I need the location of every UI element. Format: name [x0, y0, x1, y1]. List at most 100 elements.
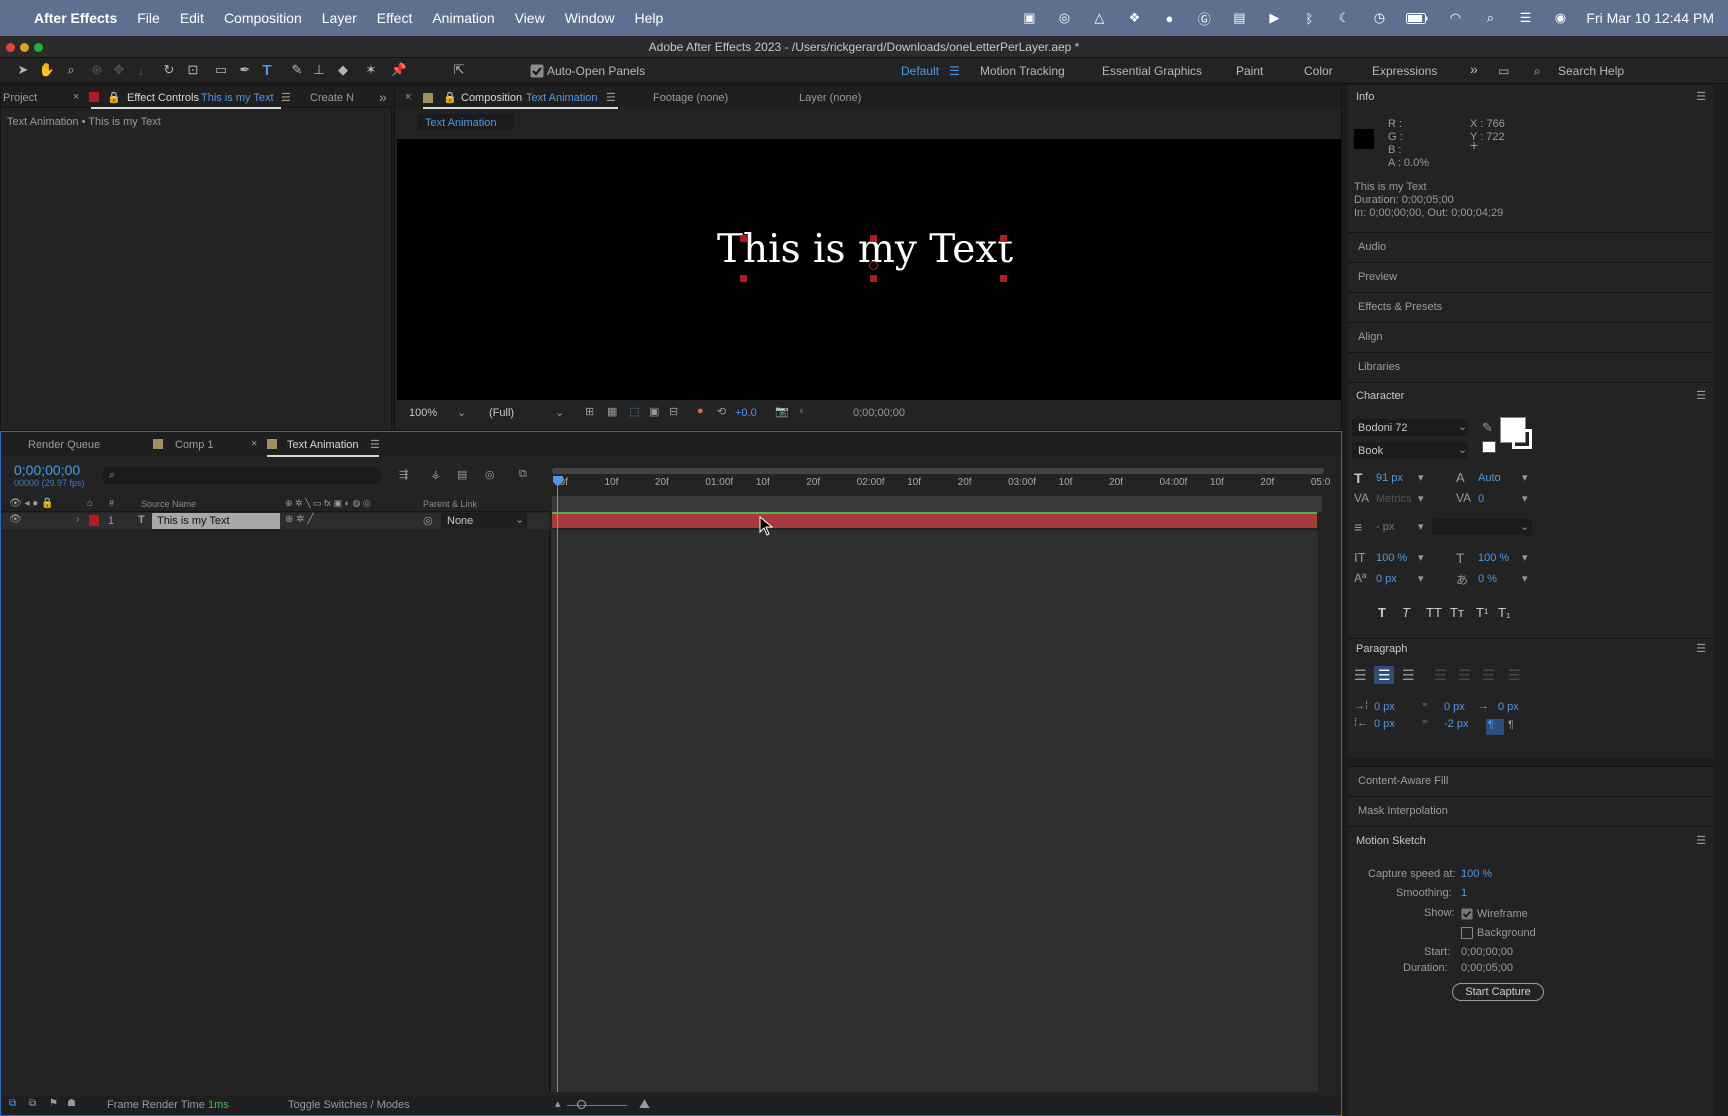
dropbox-icon[interactable]: ❖: [1125, 10, 1143, 25]
drive-icon[interactable]: △: [1090, 10, 1108, 25]
ltr-direction-icon[interactable]: ¶: [1488, 719, 1494, 731]
kerning-chevron-icon[interactable]: ▾: [1418, 492, 1424, 505]
close-window-button[interactable]: [6, 43, 15, 52]
workspace-default[interactable]: Default: [901, 64, 939, 78]
play-icon[interactable]: ▶: [1265, 10, 1283, 25]
draft-3d-icon[interactable]: ⚶: [431, 468, 440, 481]
workspace-essential-graphics[interactable]: Essential Graphics: [1102, 64, 1202, 78]
workspace-overflow-icon[interactable]: »: [1470, 61, 1478, 77]
panel-menu-icon[interactable]: ☰: [281, 91, 291, 104]
clock-icon[interactable]: ◷: [1370, 10, 1388, 25]
siri-icon[interactable]: ◉: [1551, 10, 1569, 25]
exposure-value[interactable]: +0.0: [735, 407, 757, 419]
small-caps-button[interactable]: Tт: [1450, 605, 1464, 620]
vertical-scale-chevron-icon[interactable]: ▾: [1418, 551, 1424, 564]
bbox-handle-bc[interactable]: [870, 275, 877, 282]
timeline-zoom-slider[interactable]: [567, 1105, 627, 1106]
justify-center-icon[interactable]: ☰: [1458, 667, 1471, 684]
zoom-slider-thumb[interactable]: [577, 1100, 586, 1109]
frame-blending-icon[interactable]: ▤: [457, 468, 467, 481]
zoom-in-icon[interactable]: ⛰: [639, 1096, 650, 1112]
workspace-paint[interactable]: Paint: [1236, 64, 1263, 78]
font-size-value[interactable]: 91 px: [1376, 472, 1403, 484]
layer-expand-chevron-icon[interactable]: ›: [76, 514, 79, 525]
justify-left-icon[interactable]: ☰: [1434, 667, 1447, 684]
font-family-chevron-icon[interactable]: ⌄: [1458, 420, 1467, 433]
roto-brush-tool-icon[interactable]: ✶: [362, 61, 380, 79]
timeline-menu-icon[interactable]: ☰: [370, 438, 380, 451]
bluetooth-icon[interactable]: ᛒ: [1300, 11, 1318, 26]
tsume-chevron-icon[interactable]: ▾: [1522, 572, 1528, 585]
tab-effect-controls[interactable]: Effect Controls: [127, 92, 199, 104]
tab-project[interactable]: Project: [3, 92, 37, 104]
pen-tool-icon[interactable]: ✒: [236, 61, 254, 79]
menu-datetime[interactable]: Fri Mar 10 12:44 PM: [1586, 10, 1714, 26]
eraser-tool-icon[interactable]: ◆: [334, 61, 352, 79]
zoom-tool-icon[interactable]: ⌕: [62, 61, 80, 79]
section-audio[interactable]: Audio: [1348, 232, 1714, 262]
region-of-interest-icon[interactable]: ⊞: [585, 405, 594, 418]
justify-all-icon[interactable]: ☰: [1508, 667, 1521, 684]
guides-icon[interactable]: ▣: [649, 405, 659, 418]
selection-tool-icon[interactable]: ➤: [14, 61, 32, 79]
color-management-icon[interactable]: ⟲: [717, 405, 726, 418]
render-time-pane-icon[interactable]: ☗: [67, 1098, 76, 1109]
bbox-handle-bl[interactable]: [740, 275, 747, 282]
current-time-indicator[interactable]: [557, 478, 558, 1092]
tab-layer[interactable]: Layer (none): [799, 92, 861, 104]
vertical-scale-value[interactable]: 100 %: [1376, 552, 1407, 564]
grammarly-icon[interactable]: Ⓖ: [1195, 11, 1213, 27]
align-center-icon[interactable]: ☰: [1378, 667, 1391, 684]
tracking-value[interactable]: 0: [1478, 493, 1484, 505]
capture-speed-value[interactable]: 100 %: [1461, 868, 1492, 880]
menu-help[interactable]: Help: [625, 10, 674, 26]
pickwhip-icon[interactable]: ◎: [423, 514, 433, 527]
tab-text-animation[interactable]: Text Animation: [287, 439, 359, 451]
window-icon[interactable]: ▤: [1230, 10, 1248, 25]
paragraph-menu-icon[interactable]: ☰: [1696, 642, 1706, 655]
close-comp-tab-icon[interactable]: ×: [405, 91, 411, 103]
zoom-chevron-icon[interactable]: ⌄: [457, 406, 466, 419]
viewer-timecode[interactable]: 0;00;00;00: [853, 407, 905, 419]
zoom-out-icon[interactable]: ▴: [555, 1097, 561, 1110]
tab-render-queue[interactable]: Render Queue: [28, 439, 100, 451]
comp-lock-icon[interactable]: 🔒: [443, 91, 457, 104]
workspace-color[interactable]: Color: [1304, 64, 1333, 78]
justify-right-icon[interactable]: ☰: [1482, 667, 1495, 684]
space-after-value[interactable]: -2 px: [1444, 718, 1468, 730]
smoothing-value[interactable]: 1: [1461, 887, 1467, 899]
close-timeline-tab-icon[interactable]: ×: [251, 438, 257, 450]
pan-camera-icon[interactable]: ✥: [110, 61, 128, 79]
stroke-color-swatch[interactable]: [1512, 429, 1532, 449]
rtl-direction-icon[interactable]: ¶: [1508, 719, 1514, 731]
transparency-grid-icon[interactable]: ▦: [607, 405, 617, 418]
resolution-dropdown[interactable]: (Full): [489, 407, 514, 419]
show-snapshot-icon[interactable]: ◐: [799, 405, 806, 417]
transfer-controls-pane-icon[interactable]: ⧉: [29, 1098, 36, 1109]
leading-value[interactable]: Auto: [1478, 472, 1501, 484]
layer-switches-pane-icon[interactable]: ⧉: [9, 1098, 16, 1109]
tab-composition-name[interactable]: Text Animation: [526, 92, 598, 104]
baseline-shift-chevron-icon[interactable]: ▾: [1418, 572, 1424, 585]
snapshot-icon[interactable]: 📷: [775, 405, 789, 418]
search-icon[interactable]: ⌕: [1481, 10, 1499, 25]
info-menu-icon[interactable]: ☰: [1696, 90, 1706, 103]
zoom-window-button[interactable]: [34, 43, 43, 52]
bbox-handle-br[interactable]: [1000, 275, 1007, 282]
section-libraries[interactable]: Libraries: [1348, 352, 1714, 382]
rotation-tool-icon[interactable]: ↻: [160, 61, 178, 79]
search-help-icon[interactable]: ⌕: [1534, 64, 1541, 79]
battery-icon[interactable]: [1405, 11, 1429, 25]
faux-bold-button[interactable]: T: [1378, 605, 1386, 620]
section-mask-interpolation[interactable]: Mask Interpolation: [1348, 796, 1714, 826]
panel-overflow-icon[interactable]: »: [379, 89, 387, 105]
space-before-value[interactable]: 0 px: [1444, 701, 1465, 713]
resolution-chevron-icon[interactable]: ⌄: [555, 406, 564, 419]
tab-effect-controls-target[interactable]: This is my Text: [201, 92, 274, 104]
baseline-shift-value[interactable]: 0 px: [1376, 573, 1397, 585]
menu-view[interactable]: View: [505, 10, 555, 26]
tracking-chevron-icon[interactable]: ▾: [1522, 492, 1528, 505]
moon-icon[interactable]: ☾: [1335, 10, 1353, 25]
layer-name[interactable]: This is my Text: [157, 515, 230, 527]
layer-visibility-icon[interactable]: 👁: [9, 514, 22, 525]
